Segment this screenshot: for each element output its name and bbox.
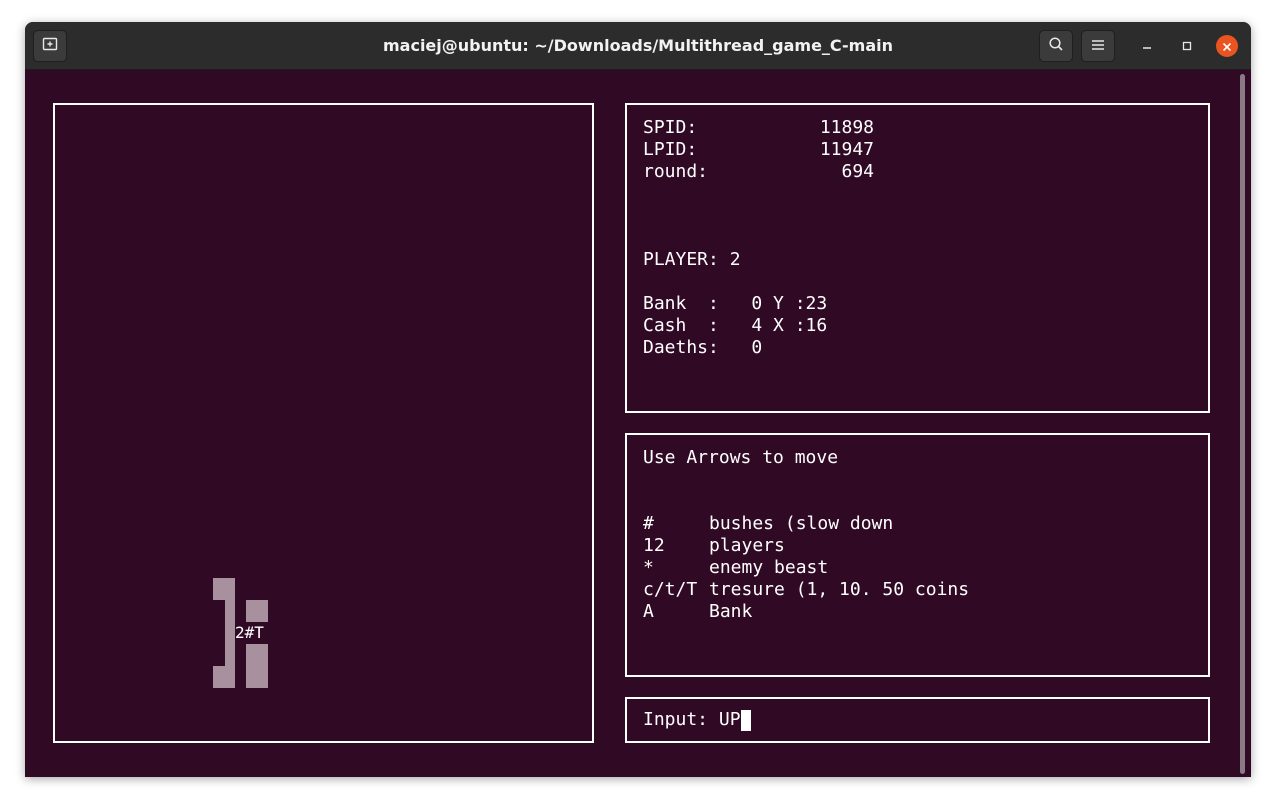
player-line: PLAYER: 2 bbox=[643, 249, 741, 270]
close-icon bbox=[1222, 37, 1232, 56]
terminal-scrollbar[interactable] bbox=[1240, 74, 1245, 774]
legend-symbol: c/t/T bbox=[643, 579, 698, 600]
maximize-icon bbox=[1181, 37, 1193, 56]
map-panel: 2#T bbox=[53, 103, 594, 743]
new-tab-button[interactable] bbox=[33, 30, 67, 62]
legend-panel: Use Arrows to move # bushes (slow down 1… bbox=[625, 433, 1210, 677]
input-panel[interactable]: Input: UP bbox=[625, 697, 1210, 743]
legend-description: enemy beast bbox=[709, 557, 829, 578]
minimize-icon bbox=[1141, 37, 1153, 56]
bank-line: Bank : 0 Y :23 bbox=[643, 293, 828, 314]
search-button[interactable] bbox=[1039, 30, 1073, 62]
map-wall-block bbox=[213, 578, 235, 600]
legend-symbol: # bbox=[643, 513, 654, 534]
map-wall-block bbox=[225, 600, 235, 666]
map-player-view: 2#T bbox=[235, 623, 264, 642]
legend-symbol: A bbox=[643, 601, 654, 622]
minimize-button[interactable] bbox=[1136, 35, 1158, 57]
search-icon bbox=[1048, 36, 1064, 56]
window-title: maciej@ubuntu: ~/Downloads/Multithread_g… bbox=[382, 36, 894, 55]
maximize-button[interactable] bbox=[1176, 35, 1198, 57]
legend-symbol: 12 bbox=[643, 535, 665, 556]
deaths-line: Daeths: 0 bbox=[643, 337, 763, 358]
menu-button[interactable] bbox=[1081, 30, 1115, 62]
stats-panel: SPID: 11898 LPID: 11947 round: 694 PLAYE… bbox=[625, 103, 1210, 413]
close-button[interactable] bbox=[1216, 35, 1238, 57]
hamburger-menu-icon bbox=[1091, 37, 1105, 56]
legend-description: bushes (slow down bbox=[709, 513, 894, 534]
map-wall-block bbox=[246, 644, 268, 688]
legend-description: tresure (1, 10. 50 coins bbox=[709, 579, 970, 600]
input-value[interactable]: UP bbox=[719, 709, 741, 730]
input-line[interactable]: Input: UP bbox=[643, 709, 751, 731]
text-cursor bbox=[740, 710, 751, 731]
map-wall-block bbox=[213, 666, 235, 688]
title-bar: maciej@ubuntu: ~/Downloads/Multithread_g… bbox=[25, 22, 1251, 70]
terminal-window: maciej@ubuntu: ~/Downloads/Multithread_g… bbox=[25, 22, 1251, 777]
map-wall-block bbox=[246, 600, 268, 622]
legend-instruction: Use Arrows to move bbox=[643, 447, 839, 468]
round-value: 694 bbox=[841, 161, 874, 182]
lpid-value: 11947 bbox=[819, 139, 874, 160]
new-tab-icon bbox=[42, 36, 58, 56]
legend-description: players bbox=[709, 535, 785, 556]
input-label: Input: bbox=[643, 709, 709, 730]
spid-value: 11898 bbox=[819, 117, 874, 138]
cash-line: Cash : 4 X :16 bbox=[643, 315, 828, 336]
legend-description: Bank bbox=[709, 601, 753, 622]
legend-symbol: * bbox=[643, 557, 654, 578]
